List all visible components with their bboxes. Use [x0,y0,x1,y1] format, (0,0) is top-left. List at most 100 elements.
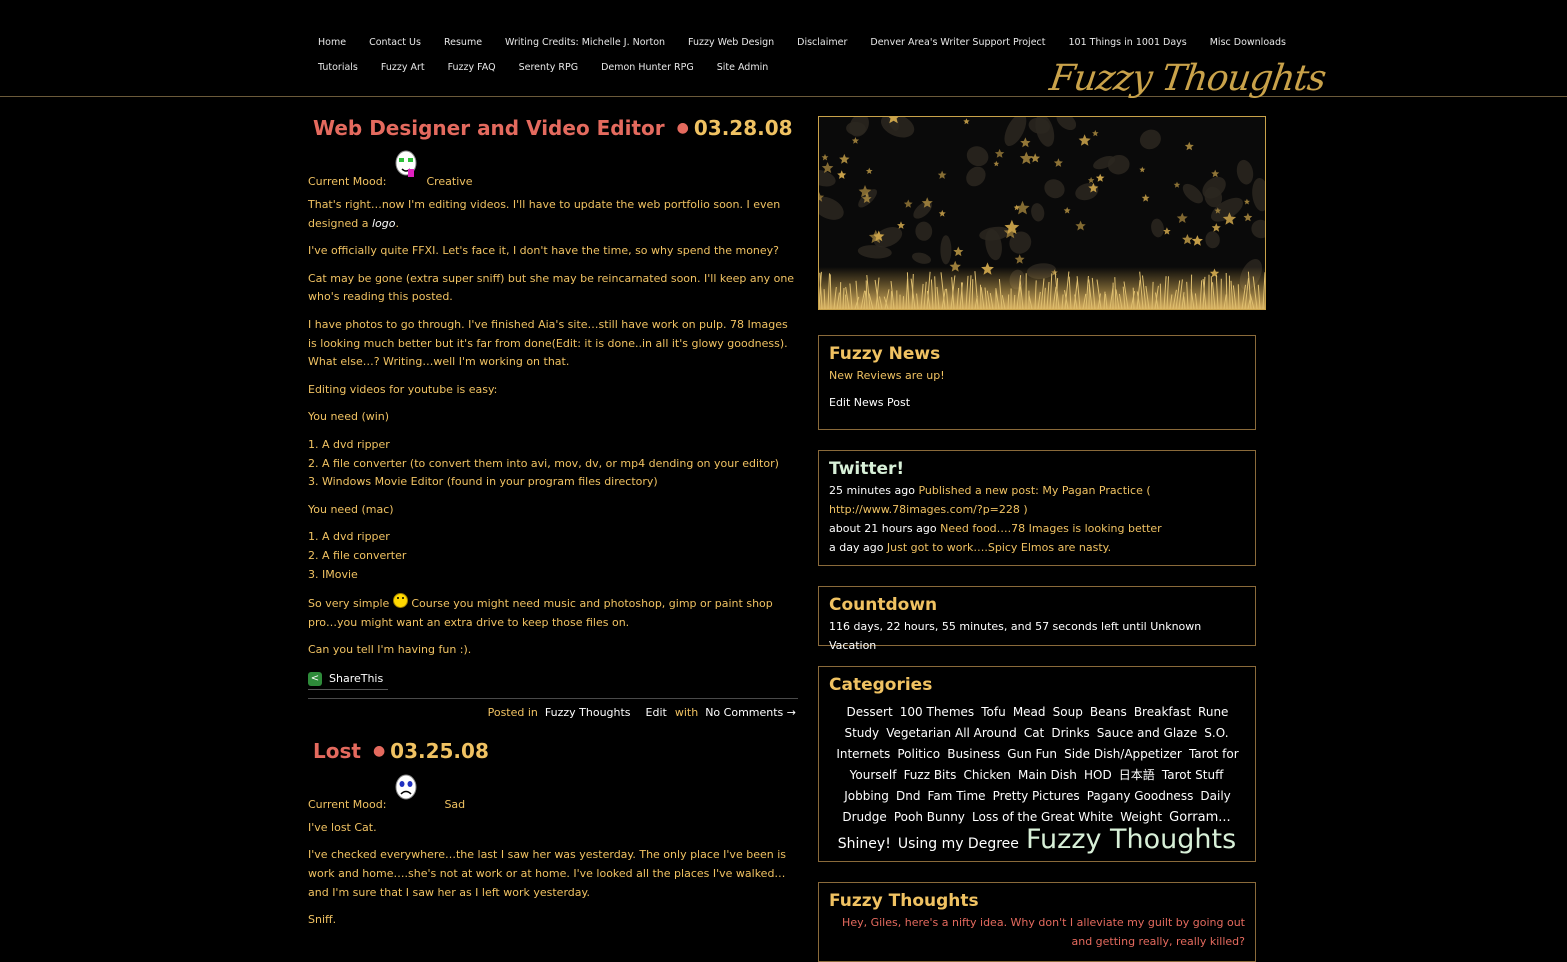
category-tag[interactable]: Mead [1013,705,1046,719]
category-tag[interactable]: S.O. [1204,726,1228,740]
nav-link-disclaimer[interactable]: Disclaimer [797,37,847,48]
post-paragraph: So very simple Course you might need mus… [308,593,798,632]
nav-link-home[interactable]: Home [318,37,346,48]
main-content: Web Designer and Video Editor ● 03.28.08… [308,112,798,939]
share-icon: < [308,672,322,686]
list-item: 3. IMovie [308,566,798,585]
tweet-link[interactable]: Just got to work….Spicy Elmos are nasty. [887,541,1111,554]
news-item[interactable]: New Reviews are up! [829,366,1245,385]
category-tag[interactable]: Shiney! [838,836,891,852]
category-tag[interactable]: Pooh Bunny [894,810,965,824]
category-tag[interactable]: Drinks [1051,726,1089,740]
category-tag[interactable]: Loss of the Great White [972,810,1113,824]
category-tag[interactable]: Sauce and Glaze [1097,726,1197,740]
smiley-icon [393,593,408,608]
nav-link-101-things[interactable]: 101 Things in 1001 Days [1069,37,1187,48]
post-title: Web Designer and Video Editor ● 03.28.08 [313,112,798,144]
post-paragraph: Can you tell I'm having fun :). [308,641,798,660]
blog-post: Web Designer and Video Editor ● 03.28.08… [308,112,798,727]
post-paragraph: I have photos to go through. I've finish… [308,316,798,372]
nav-link-resume[interactable]: Resume [444,37,482,48]
category-tag[interactable]: Pretty Pictures [993,789,1080,803]
category-tag[interactable]: Side Dish/Appetizer [1064,747,1182,761]
post-paragraph: I've checked everywhere…the last I saw h… [308,846,798,902]
post-paragraph: Editing videos for youtube is easy: [308,381,798,400]
site-logo[interactable]: Fuzzy Thoughts [1047,58,1328,99]
post-date: 03.28.08 [694,116,793,140]
category-tag[interactable]: Fuzzy Thoughts [1026,824,1236,855]
category-tag[interactable]: Weight [1120,810,1162,824]
post-title: Lost ● 03.25.08 [313,735,798,767]
mood-label: Current Mood: [308,175,386,188]
list-item: 2. A file converter [308,547,798,566]
nav-row-1: Home Contact Us Resume Writing Credits: … [318,37,1309,48]
fuzzy-thoughts-box: Fuzzy Thoughts Hey, Giles, here's a nift… [818,882,1256,962]
category-tag[interactable]: Cat [1024,726,1044,740]
categories-heading: Categories [829,667,1245,697]
countdown-box: Countdown 116 days, 22 hours, 55 minutes… [818,586,1256,646]
nav-link-contact[interactable]: Contact Us [369,37,421,48]
nav-link-misc-downloads[interactable]: Misc Downloads [1210,37,1286,48]
nav-link-fuzzy-art[interactable]: Fuzzy Art [381,62,425,73]
category-tag[interactable]: 100 Themes [900,705,974,719]
categories-box: Categories Dessert 100 Themes Tofu Mead … [818,666,1256,862]
comments-link[interactable]: No Comments → [705,706,796,719]
category-tag[interactable]: Pagany Goodness [1087,789,1194,803]
nav-link-writer-support[interactable]: Denver Area's Writer Support Project [870,37,1045,48]
category-tag[interactable]: Breakfast [1134,705,1191,719]
category-tag[interactable]: Business [947,747,1000,761]
category-tag[interactable]: Jobbing [844,789,889,803]
post-paragraph: That's right…now I'm editing videos. I'l… [308,196,798,233]
mood-value: Sad [444,798,465,811]
fuzzy-news-heading: Fuzzy News [829,336,1245,366]
category-tag[interactable]: Gun Fun [1007,747,1057,761]
logo-link[interactable]: logo [372,217,396,230]
category-tag[interactable]: Tofu [981,705,1005,719]
category-tag[interactable]: HOD [1084,768,1112,782]
share-this-button[interactable]: < ShareThis [308,669,388,690]
nav-link-serenity-rpg[interactable]: Serenty RPG [519,62,579,73]
category-tag[interactable]: 日本語 [1119,768,1155,782]
nav-link-tutorials[interactable]: Tutorials [318,62,358,73]
category-tag[interactable]: Soup [1053,705,1083,719]
bullet-icon: ● [373,743,385,759]
tag-cloud: Dessert 100 Themes Tofu Mead Soup Beans … [829,697,1245,862]
category-tag[interactable]: Politico [897,747,940,761]
category-tag[interactable]: Internets [836,747,890,761]
nav-link-fuzzy-faq[interactable]: Fuzzy FAQ [448,62,496,73]
post-paragraph: I've officially quite FFXI. Let's face i… [308,242,798,261]
category-tag[interactable]: Using my Degree [898,836,1019,852]
tweet-link[interactable]: Need food….78 Images is looking better [940,522,1162,535]
tweet: a day ago Just got to work….Spicy Elmos … [829,538,1245,557]
mood-row: Current Mood: Creative [308,144,798,190]
edit-link[interactable]: Edit [646,706,667,719]
category-link[interactable]: Fuzzy Thoughts [545,706,631,719]
tweet: 25 minutes ago Published a new post: My … [829,481,1245,519]
category-tag[interactable]: Fam Time [928,789,986,803]
post-paragraph: I've lost Cat. [308,819,798,838]
nav-link-site-admin[interactable]: Site Admin [717,62,769,73]
category-tag[interactable]: Tarot Stuff [1162,768,1223,782]
nav-link-demon-hunter-rpg[interactable]: Demon Hunter RPG [601,62,694,73]
edit-news-link[interactable]: Edit News Post [829,393,1245,412]
fuzzy-thoughts-heading: Fuzzy Thoughts [829,883,1245,913]
post-paragraph: Cat may be gone (extra super sniff) but … [308,270,798,307]
quote-text: Hey, Giles, here's a nifty idea. Why don… [829,913,1245,951]
sad-mood-icon [392,773,420,803]
creative-mood-icon [392,150,420,180]
post-title-text[interactable]: Lost [313,739,361,763]
category-tag[interactable]: Fuzz Bits [904,768,957,782]
category-tag[interactable]: Beans [1090,705,1127,719]
post-title-text[interactable]: Web Designer and Video Editor [313,116,665,140]
post-paragraph: You need (win) [308,408,798,427]
blog-post: Lost ● 03.25.08 Current Mood: Sad I've l… [308,735,798,930]
category-tag[interactable]: Chicken [963,768,1010,782]
category-tag[interactable]: Vegetarian All Around [886,726,1017,740]
category-tag[interactable]: Dessert [847,705,893,719]
category-tag[interactable]: Main Dish [1018,768,1077,782]
nav-link-writing-credits[interactable]: Writing Credits: Michelle J. Norton [505,37,665,48]
category-tag[interactable]: Dnd [896,789,920,803]
post-paragraph: Sniff. [308,911,798,930]
category-tag[interactable]: Gorram... [1169,810,1231,825]
nav-link-web-design[interactable]: Fuzzy Web Design [688,37,774,48]
